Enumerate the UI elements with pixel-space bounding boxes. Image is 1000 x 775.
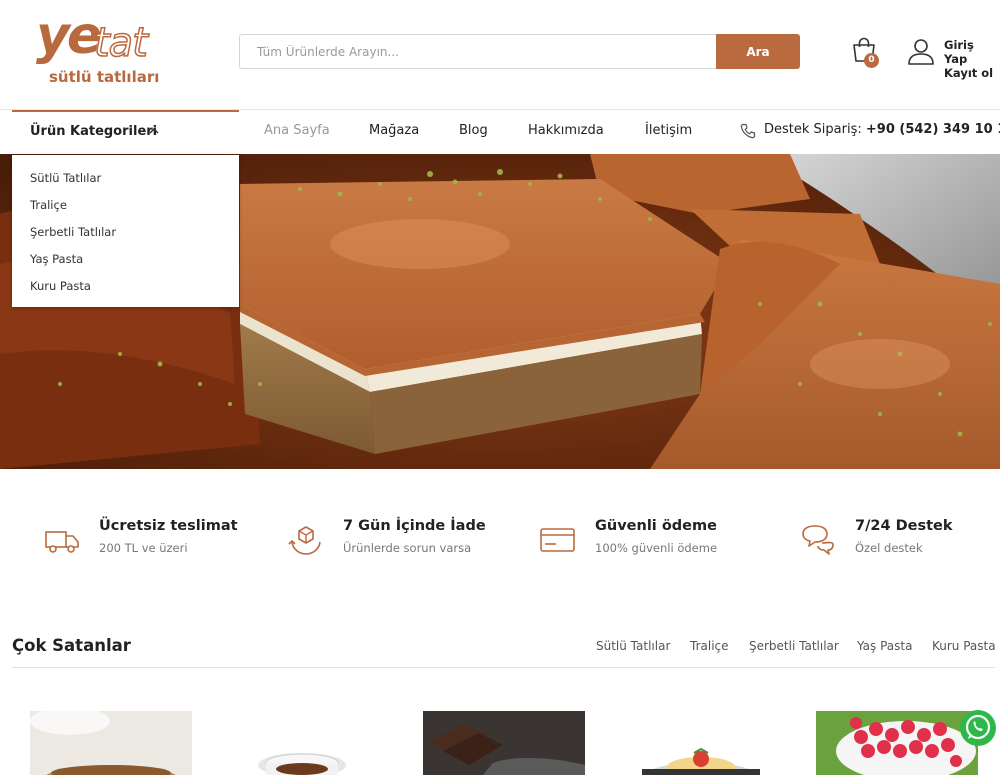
search-button[interactable]: Ara [716, 34, 800, 69]
feature-title: 7/24 Destek [855, 518, 953, 534]
product-card-5[interactable] [816, 711, 978, 775]
feature-subtitle: Ürünlerde sorun varsa [343, 541, 472, 555]
main-nav: Ürün Kategorileri Ana Sayfa Mağaza Blog … [0, 110, 1000, 154]
feature-title: Ücretsiz teslimat [99, 518, 238, 534]
best-tab-serbetli-tatlilar[interactable]: Şerbetli Tatlılar [749, 639, 839, 653]
product-image [226, 711, 388, 775]
search-input[interactable] [240, 35, 718, 68]
site-header: ye tat sütlü tatlıları Ara 0 Giriş Yap K… [0, 0, 1000, 110]
nav-link-shop[interactable]: Mağaza [369, 123, 419, 138]
search-bar: Ara [239, 34, 800, 69]
cart-count-badge: 0 [864, 53, 879, 68]
product-card-3[interactable] [423, 711, 585, 775]
chat-bubbles-icon [802, 525, 834, 555]
feature-title: 7 Gün İçinde İade [343, 518, 486, 534]
categories-dropdown: Sütlü Tatlılar Traliçe Şerbetli Tatlılar… [12, 155, 239, 307]
cart-button[interactable]: 0 [848, 36, 882, 70]
product-card-2[interactable] [226, 711, 388, 775]
best-sellers-title: Çok Satanlar [12, 636, 131, 655]
chevron-up-icon [149, 127, 159, 134]
category-item-serbetli-tatlilar[interactable]: Şerbetli Tatlılar [30, 225, 116, 239]
product-image [620, 711, 782, 775]
section-divider [12, 667, 995, 668]
category-item-yas-pasta[interactable]: Yaş Pasta [30, 252, 83, 266]
best-tab-tralice[interactable]: Traliçe [690, 639, 729, 653]
nav-link-blog[interactable]: Blog [459, 123, 488, 138]
category-item-sutlu-tatlilar[interactable]: Sütlü Tatlılar [30, 171, 101, 185]
nav-link-home[interactable]: Ana Sayfa [264, 123, 330, 138]
logo-accent-text: tat [93, 19, 148, 67]
product-card-1[interactable] [30, 711, 192, 775]
feature-subtitle: 200 TL ve üzeri [99, 541, 188, 555]
support-phone[interactable]: Destek Sipariş: +90 (542) 349 10 10 [764, 122, 1000, 137]
support-label: Destek Sipariş: [764, 122, 862, 137]
feature-title: Güvenli ödeme [595, 518, 717, 534]
return-box-icon [288, 526, 321, 555]
truck-icon [45, 531, 79, 553]
category-item-kuru-pasta[interactable]: Kuru Pasta [30, 279, 91, 293]
feature-subtitle: 100% güvenli ödeme [595, 541, 718, 555]
whatsapp-icon[interactable] [958, 708, 998, 748]
product-image [816, 711, 978, 775]
categories-toggle[interactable]: Ürün Kategorileri [12, 110, 239, 154]
best-tab-kuru-pasta[interactable]: Kuru Pasta [932, 639, 996, 653]
nav-link-about[interactable]: Hakkımızda [528, 123, 604, 138]
nav-link-contact[interactable]: İletişim [645, 123, 692, 138]
register-link[interactable]: Kayıt ol [944, 66, 1000, 80]
category-item-tralice[interactable]: Traliçe [30, 198, 67, 212]
categories-label: Ürün Kategorileri [30, 124, 158, 139]
brand-logo[interactable]: ye tat sütlü tatlıları [36, 6, 166, 92]
login-link[interactable]: Giriş Yap [944, 38, 1000, 66]
credit-card-icon [540, 528, 575, 552]
logo-tagline: sütlü tatlıları [49, 68, 160, 86]
best-tab-yas-pasta[interactable]: Yaş Pasta [857, 639, 912, 653]
feature-subtitle: Özel destek [855, 541, 923, 555]
product-card-4[interactable] [620, 711, 782, 775]
phone-icon [740, 123, 756, 139]
user-icon[interactable] [907, 37, 935, 65]
product-image [423, 711, 585, 775]
logo-main-text: ye [36, 6, 102, 66]
best-tab-sutlu-tatlilar[interactable]: Sütlü Tatlılar [596, 639, 670, 653]
support-phone-number: +90 (542) 349 10 10 [865, 122, 1000, 137]
account-links: Giriş Yap Kayıt ol [944, 38, 1000, 80]
product-image [30, 711, 192, 775]
